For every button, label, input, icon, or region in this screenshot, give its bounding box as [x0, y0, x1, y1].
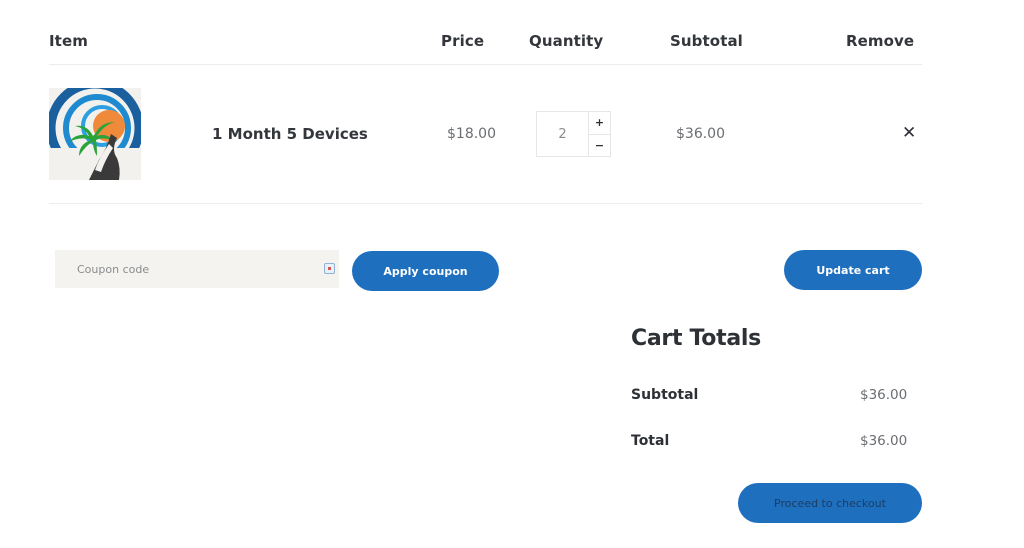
product-thumbnail[interactable] — [49, 88, 141, 180]
product-name[interactable]: 1 Month 5 Devices — [212, 125, 368, 143]
product-logo-icon — [49, 88, 141, 180]
quantity-decrease-button[interactable]: − — [589, 135, 610, 157]
header-price: Price — [441, 32, 485, 50]
remove-item-close-icon[interactable]: ✕ — [902, 123, 916, 143]
cart-table: Item Price Quantity Subtotal Remove 1 Mo… — [49, 0, 922, 204]
table-header: Item Price Quantity Subtotal Remove — [49, 0, 922, 65]
totals-total-value: $36.00 — [860, 433, 908, 449]
coupon-code-input[interactable] — [77, 262, 307, 276]
totals-total-label: Total — [631, 433, 670, 449]
totals-subtotal-value: $36.00 — [860, 387, 908, 403]
table-row: 1 Month 5 Devices $18.00 2 + − $36.00 ✕ — [49, 65, 922, 204]
cart-totals-title: Cart Totals — [631, 326, 761, 351]
quantity-buttons: + − — [589, 112, 610, 156]
apply-coupon-button[interactable]: Apply coupon — [352, 251, 499, 291]
totals-subtotal-label: Subtotal — [631, 387, 699, 403]
product-price: $18.00 — [447, 126, 496, 142]
quantity-stepper[interactable]: 2 + − — [536, 111, 611, 157]
row-subtotal: $36.00 — [676, 126, 725, 142]
header-item: Item — [49, 32, 88, 50]
quantity-input[interactable]: 2 — [537, 112, 589, 156]
header-remove: Remove — [846, 32, 915, 50]
update-cart-button[interactable]: Update cart — [784, 250, 922, 290]
header-subtotal: Subtotal — [670, 32, 743, 50]
proceed-to-checkout-button[interactable]: Proceed to checkout — [738, 483, 922, 523]
coupon-field[interactable] — [55, 250, 339, 288]
quantity-increase-button[interactable]: + — [589, 112, 610, 135]
autofill-icon[interactable] — [324, 263, 335, 274]
header-quantity: Quantity — [529, 32, 604, 50]
